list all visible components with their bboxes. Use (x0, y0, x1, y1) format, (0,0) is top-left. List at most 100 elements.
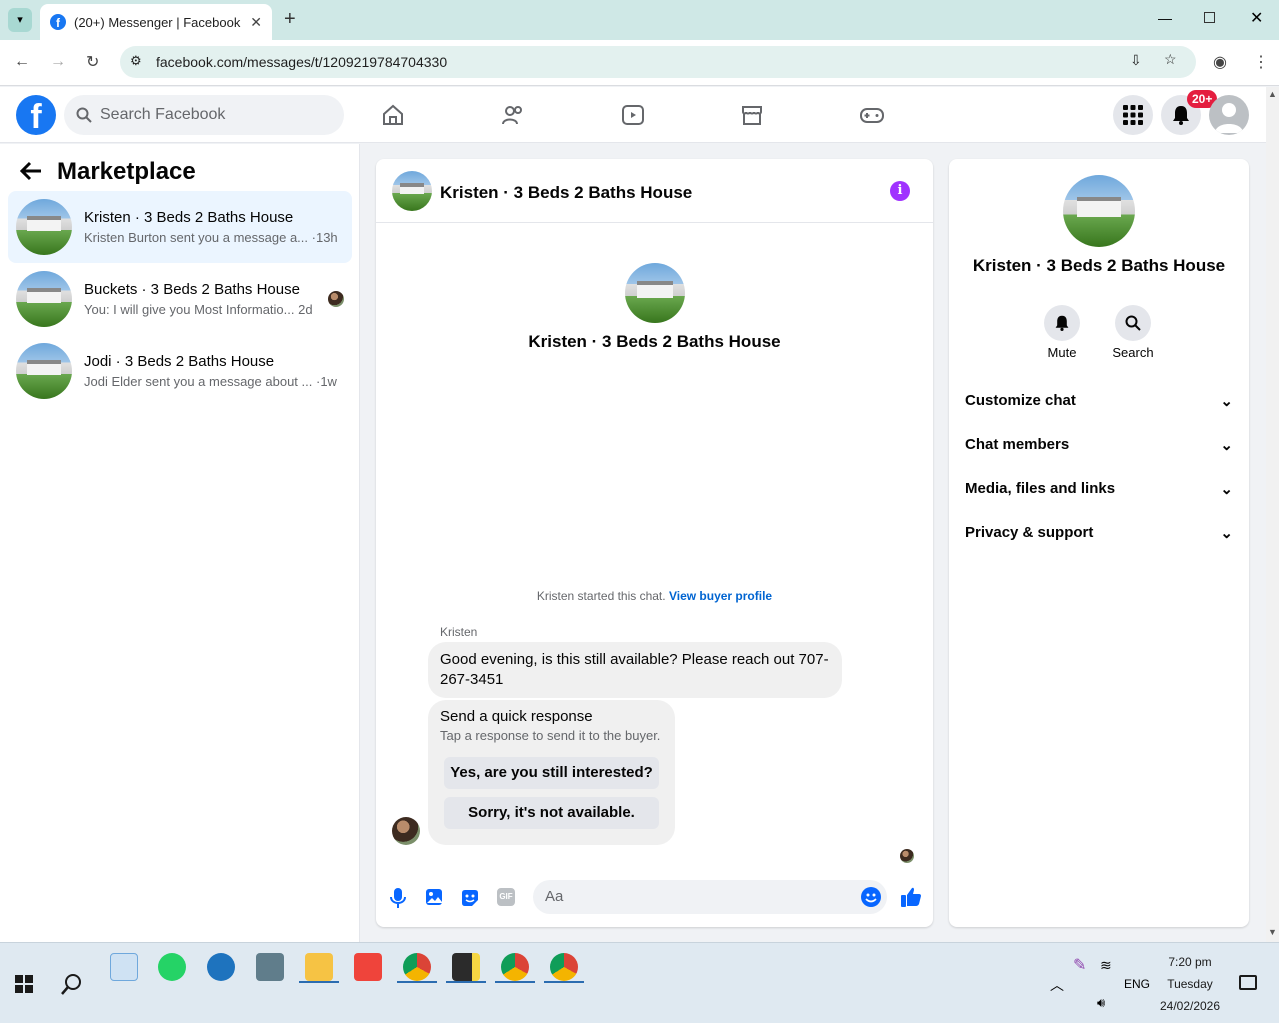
photo-icon[interactable] (425, 888, 443, 906)
taskbar-search-icon[interactable] (61, 973, 83, 995)
tab-search-button[interactable]: ▾ (8, 8, 32, 32)
read-receipt-avatar (900, 849, 914, 863)
media-files-links-row[interactable]: Media, files and links ⌄ (965, 480, 1233, 498)
new-tab-button[interactable]: + (284, 8, 296, 31)
message-bubble[interactable]: Good evening, is this still available? P… (428, 642, 842, 698)
quick-response-no-button[interactable]: Sorry, it's not available. (444, 797, 659, 829)
reload-icon[interactable]: ↻ (86, 52, 99, 72)
listing-thumbnail (16, 199, 72, 255)
tab-title: (20+) Messenger | Facebook (74, 14, 241, 30)
gif-icon[interactable]: GIF (497, 888, 515, 906)
chat-header-thumbnail[interactable] (392, 171, 432, 211)
scroll-up-icon[interactable]: ▲ (1268, 89, 1277, 99)
active-indicator (446, 981, 486, 983)
chat-members-row[interactable]: Chat members ⌄ (965, 436, 1233, 454)
search-label: Search (1112, 345, 1154, 360)
active-indicator (544, 981, 584, 983)
file-explorer-icon[interactable] (305, 953, 333, 981)
conversation-item[interactable]: Buckets · 3 Beds 2 Baths House You: I wi… (8, 263, 352, 335)
facebook-logo-icon[interactable]: f (16, 95, 56, 135)
windows-start-icon[interactable] (15, 975, 33, 993)
active-indicator (397, 981, 437, 983)
sender-avatar (392, 817, 420, 845)
install-app-icon[interactable]: ⇩ (1130, 52, 1142, 69)
sticky-notes-icon[interactable] (452, 953, 480, 981)
chat-header: Kristen · 3 Beds 2 Baths House i (376, 159, 933, 223)
quick-response-subtitle: Tap a response to send it to the buyer. (440, 728, 661, 743)
menu-kebab-icon[interactable]: ⋮ (1253, 52, 1269, 72)
listing-thumbnail (16, 271, 72, 327)
privacy-support-row[interactable]: Privacy & support ⌄ (965, 524, 1233, 542)
active-indicator (299, 981, 339, 983)
customize-chat-label: Customize chat (965, 392, 1076, 409)
chat-intro-title: Kristen · 3 Beds 2 Baths House (528, 332, 781, 351)
language-indicator[interactable]: ENG (1124, 977, 1150, 991)
minimize-button[interactable]: — (1158, 10, 1172, 26)
conversation-preview: Kristen Burton sent you a message a... (84, 230, 309, 245)
info-icon[interactable]: i (890, 181, 910, 201)
gaming-icon[interactable] (860, 103, 884, 127)
account-avatar[interactable] (1209, 95, 1249, 135)
clock-date[interactable]: 24/02/2026 (1150, 999, 1230, 1013)
chat-intro-thumbnail (625, 263, 685, 323)
browser-tab[interactable]: f (20+) Messenger | Facebook ✕ (40, 4, 272, 40)
facebook-search-input[interactable]: Search Facebook (64, 95, 344, 135)
conversation-time: 2d (298, 302, 313, 317)
remote-desktop-icon[interactable] (207, 953, 235, 981)
sticker-icon[interactable] (460, 888, 480, 908)
chrome-profile-icon[interactable] (550, 953, 578, 981)
search-placeholder: Search Facebook (100, 106, 226, 123)
close-tab-icon[interactable]: ✕ (250, 14, 262, 31)
chrome-icon[interactable] (403, 953, 431, 981)
marketplace-icon[interactable] (740, 103, 764, 127)
tray-expand-icon[interactable]: ︿ (1050, 975, 1064, 995)
message-input[interactable]: Aa (533, 880, 887, 914)
video-icon[interactable] (621, 103, 645, 127)
conversation-item[interactable]: Jodi · 3 Beds 2 Baths House Jodi Elder s… (8, 335, 352, 407)
site-info-icon[interactable]: ⚙ (130, 53, 142, 69)
restore-button[interactable] (1204, 12, 1215, 23)
control-panel-icon[interactable] (110, 953, 138, 981)
conversation-time: ·13h (311, 230, 338, 245)
view-buyer-profile-link[interactable]: View buyer profile (669, 589, 772, 603)
menu-grid-button[interactable] (1113, 95, 1153, 135)
bell-icon (1055, 315, 1069, 331)
pen-icon[interactable]: ✎ (1073, 955, 1086, 975)
back-arrow-icon[interactable] (20, 161, 42, 181)
browser-tab-bar: ▾ f (20+) Messenger | Facebook ✕ + — ✕ (0, 0, 1279, 40)
chat-header-title[interactable]: Kristen · 3 Beds 2 Baths House (440, 183, 692, 203)
windows-taskbar: ︿ ✎ ≋ ENG 🔊︎ 7:20 pm Tuesday 24/02/2026 (0, 942, 1279, 1023)
notification-center-icon[interactable] (1239, 975, 1257, 990)
forward-icon[interactable]: → (50, 53, 66, 71)
bookmark-star-icon[interactable]: ☆ (1164, 51, 1177, 68)
thumbs-up-icon[interactable] (900, 886, 922, 908)
emoji-icon[interactable] (861, 887, 881, 907)
clock-time[interactable]: 7:20 pm (1150, 955, 1230, 969)
search-icon (76, 107, 92, 123)
address-bar[interactable]: ⚙ facebook.com/messages/t/12092197847043… (120, 46, 1196, 78)
friends-icon[interactable] (501, 103, 525, 127)
conversation-item[interactable]: Kristen · 3 Beds 2 Baths House Kristen B… (8, 191, 352, 263)
grid-icon (1123, 105, 1143, 125)
mute-button[interactable] (1044, 305, 1080, 341)
search-in-chat-button[interactable] (1115, 305, 1151, 341)
search-icon (1125, 315, 1141, 331)
anydesk-icon[interactable] (354, 953, 382, 981)
customize-chat-row[interactable]: Customize chat ⌄ (965, 392, 1233, 410)
wifi-icon[interactable]: ≋ (1100, 957, 1112, 974)
profile-icon[interactable]: ◉ (1213, 52, 1227, 72)
close-window-button[interactable]: ✕ (1250, 8, 1263, 28)
microphone-icon[interactable] (390, 888, 406, 908)
scroll-down-icon[interactable]: ▼ (1268, 927, 1277, 937)
chat-details-panel: Kristen · 3 Beds 2 Baths House Mute Sear… (949, 159, 1249, 927)
home-icon[interactable] (381, 103, 405, 127)
clock-day[interactable]: Tuesday (1150, 977, 1230, 991)
calculator-icon[interactable] (256, 953, 284, 981)
chrome-profile-icon[interactable] (501, 953, 529, 981)
whatsapp-icon[interactable] (158, 953, 186, 981)
back-icon[interactable]: ← (14, 53, 30, 71)
quick-response-yes-button[interactable]: Yes, are you still interested? (444, 757, 659, 789)
speaker-icon[interactable]: 🔊︎ (1097, 995, 1105, 1011)
page-scrollbar[interactable]: ▲ ▼ (1266, 87, 1279, 942)
chat-started-note: Kristen started this chat. View buyer pr… (376, 589, 933, 603)
